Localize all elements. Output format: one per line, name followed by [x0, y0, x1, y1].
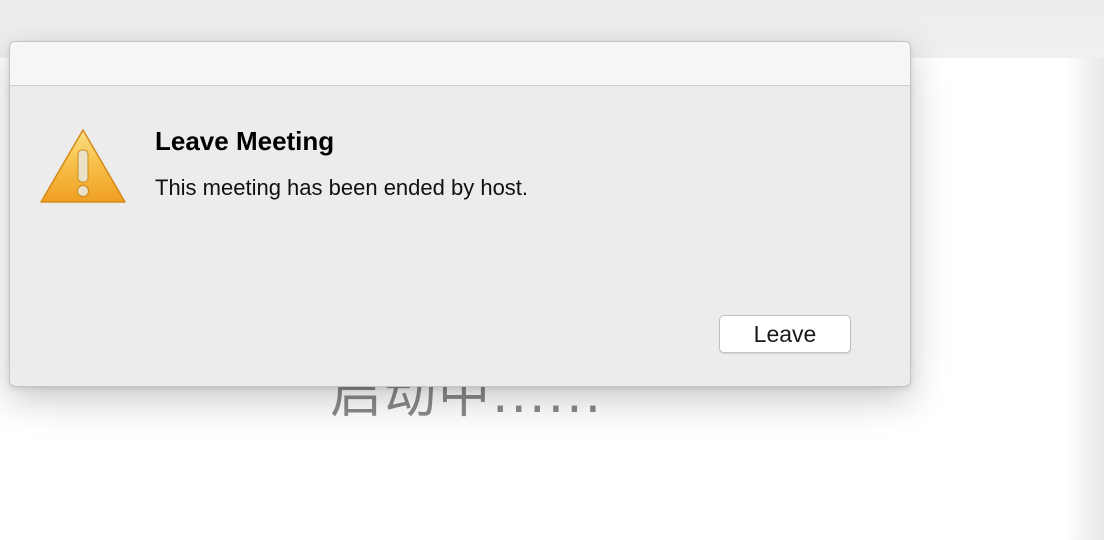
alert-title: Leave Meeting: [155, 126, 335, 156]
warning-triangle-icon: [40, 129, 126, 203]
window-edge-shadow: [1064, 58, 1104, 540]
alert-titlebar: [10, 42, 910, 86]
leave-button[interactable]: Leave: [719, 315, 851, 353]
leave-meeting-alert: Leave Meeting This meeting has been ende…: [9, 41, 911, 387]
alert-message: This meeting has been ended by host.: [155, 175, 529, 200]
app-window: 启动中...... Leave Meeting This meeting has…: [0, 0, 1104, 540]
